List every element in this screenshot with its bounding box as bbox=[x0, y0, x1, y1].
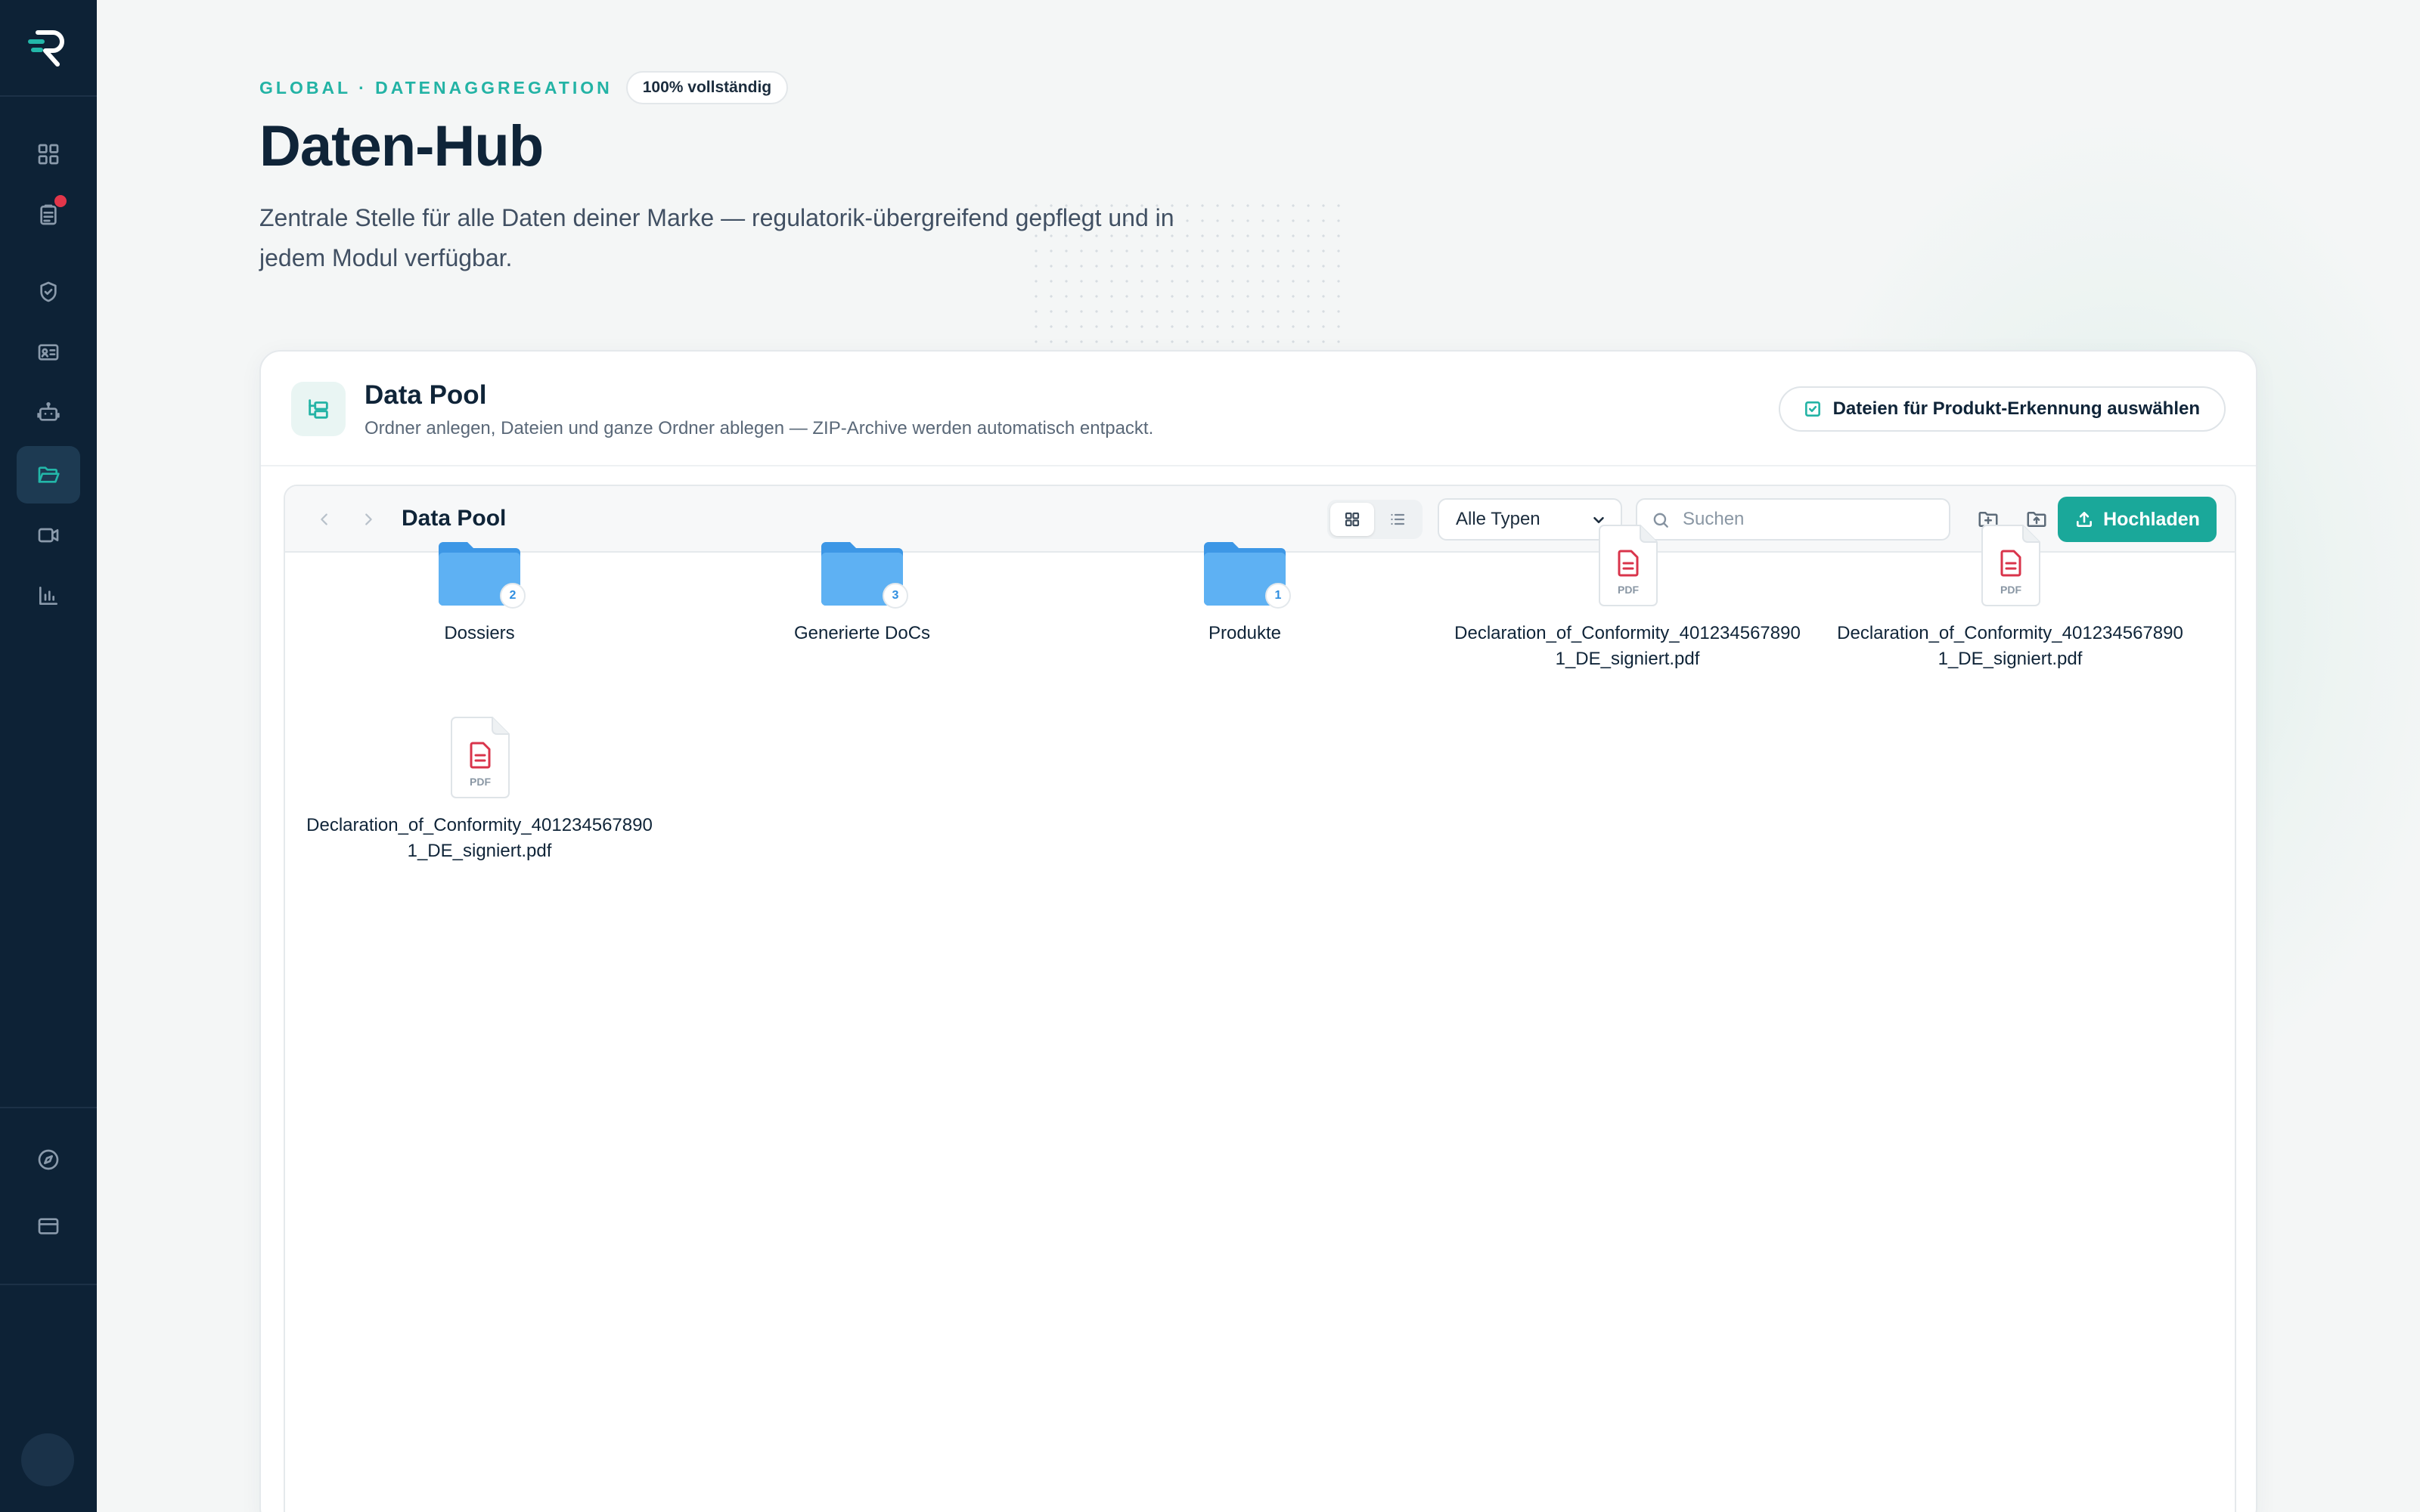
pdf-tag: PDF bbox=[470, 776, 491, 788]
folder-item[interactable]: 3 Generierte DoCs bbox=[681, 521, 1044, 646]
item-name: Produkte bbox=[1208, 623, 1282, 643]
page-title: Daten-Hub bbox=[259, 114, 544, 178]
file-item[interactable]: PDF Declaration_of_Conformity_4012345678… bbox=[298, 713, 661, 864]
file-item[interactable]: PDF Declaration_of_Conformity_4012345678… bbox=[1829, 521, 2192, 672]
robot-icon bbox=[37, 402, 60, 421]
folder-open-icon bbox=[38, 466, 60, 483]
item-count-badge: 1 bbox=[1265, 583, 1291, 609]
pdf-file-icon: PDF bbox=[1599, 525, 1658, 606]
item-name: Generierte DoCs bbox=[793, 623, 931, 643]
pdf-file-icon: PDF bbox=[1981, 525, 2040, 606]
brand-r-icon bbox=[28, 30, 64, 67]
folder-item[interactable]: 1 Produkte bbox=[1063, 521, 1426, 646]
sidebar bbox=[0, 0, 97, 1512]
select-files-label: Dateien für Produkt-Erkennung auswählen bbox=[1832, 398, 2200, 419]
item-count-badge: 2 bbox=[500, 583, 526, 609]
compass-icon bbox=[38, 1149, 59, 1170]
sidebar-divider bbox=[0, 1284, 97, 1285]
file-thumb: PDF bbox=[1961, 521, 2059, 607]
credit-card-icon bbox=[38, 1218, 59, 1235]
file-explorer: Data Pool Alle Typen Suchen Hochladen 2 … bbox=[284, 485, 2236, 1512]
data-pool-card: Data Pool Ordner anlegen, Dateien und ga… bbox=[259, 350, 2257, 1512]
nav-assistant[interactable] bbox=[17, 384, 80, 442]
folder-thumb: 3 bbox=[813, 521, 911, 609]
select-files-for-detection-button[interactable]: Dateien für Produkt-Erkennung auswählen bbox=[1778, 386, 2226, 432]
item-count-badge: 3 bbox=[883, 583, 908, 609]
page-description: Zentrale Stelle für alle Daten deiner Ma… bbox=[259, 198, 1273, 278]
folder-thumb: 2 bbox=[430, 521, 529, 609]
brand-logo[interactable] bbox=[0, 0, 97, 97]
nav-explore[interactable] bbox=[17, 1131, 80, 1188]
card-header: Data Pool Ordner anlegen, Dateien und ga… bbox=[261, 352, 2256, 466]
folder-tree-icon bbox=[309, 399, 328, 419]
checkbox-checked-icon bbox=[1804, 401, 1820, 417]
dashboard-grid-icon bbox=[38, 144, 59, 165]
nav-data-hub[interactable] bbox=[17, 446, 80, 503]
item-name: Dossiers bbox=[444, 623, 515, 643]
file-thumb: PDF bbox=[430, 713, 529, 799]
video-icon bbox=[38, 528, 59, 543]
notification-dot bbox=[54, 195, 67, 207]
nav-dashboard[interactable] bbox=[17, 125, 80, 183]
item-name: Declaration_of_Conformity_4012345678901_… bbox=[1454, 623, 1801, 669]
item-name: Declaration_of_Conformity_4012345678901_… bbox=[306, 815, 653, 861]
breadcrumb-eyebrow: GLOBAL · DATENAGGREGATION bbox=[259, 77, 613, 98]
shield-check-icon bbox=[40, 281, 57, 302]
page-description-line2: jedem Modul verfügbar. bbox=[259, 244, 513, 271]
sidebar-divider bbox=[0, 1107, 97, 1108]
folder-thumb: 1 bbox=[1196, 521, 1294, 609]
pdf-tag: PDF bbox=[2000, 584, 2021, 596]
completion-badge: 100% vollständig bbox=[625, 71, 789, 104]
file-item[interactable]: PDF Declaration_of_Conformity_4012345678… bbox=[1446, 521, 1809, 672]
bar-chart-icon bbox=[39, 587, 57, 605]
card-subtitle: Ordner anlegen, Dateien und ganze Ordner… bbox=[365, 418, 1154, 438]
card-title: Data Pool bbox=[365, 380, 487, 410]
nav-analytics[interactable] bbox=[17, 567, 80, 624]
nav-billing[interactable] bbox=[17, 1198, 80, 1255]
id-card-icon bbox=[38, 344, 59, 361]
page-description-line1: Zentrale Stelle für alle Daten deiner Ma… bbox=[259, 204, 1174, 231]
pdf-tag: PDF bbox=[1618, 584, 1639, 596]
folder-item[interactable]: 2 Dossiers bbox=[298, 521, 661, 646]
eyebrow-row: GLOBAL · DATENAGGREGATION 100% vollständ… bbox=[259, 71, 789, 104]
item-name: Declaration_of_Conformity_4012345678901_… bbox=[1837, 623, 2183, 669]
pdf-file-icon: PDF bbox=[451, 717, 510, 798]
nav-media[interactable] bbox=[17, 507, 80, 564]
file-thumb: PDF bbox=[1578, 521, 1677, 607]
user-avatar[interactable] bbox=[21, 1433, 74, 1486]
nav-tasks[interactable] bbox=[17, 186, 80, 243]
card-icon-box bbox=[291, 382, 346, 436]
nav-contacts[interactable] bbox=[17, 324, 80, 381]
nav-compliance[interactable] bbox=[17, 263, 80, 321]
